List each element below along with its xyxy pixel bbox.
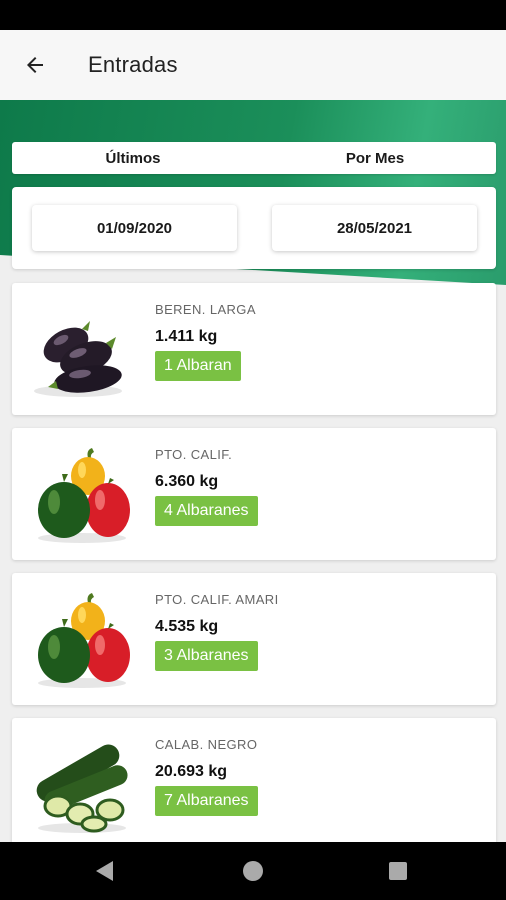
item-name: BEREN. LARGA bbox=[155, 302, 256, 317]
bell-peppers-image bbox=[38, 448, 130, 543]
nav-home-icon[interactable] bbox=[243, 861, 263, 881]
list-item[interactable]: BEREN. LARGA 1.411 kg 1 Albaran bbox=[12, 283, 496, 415]
albaran-count-badge: 1 Albaran bbox=[155, 351, 241, 381]
system-nav-bar bbox=[0, 842, 506, 900]
item-name: PTO. CALIF. bbox=[155, 447, 233, 462]
item-name: CALAB. NEGRO bbox=[155, 737, 258, 752]
albaran-count-badge: 7 Albaranes bbox=[155, 786, 258, 816]
list-item[interactable]: CALAB. NEGRO 20.693 kg 7 Albaranes bbox=[12, 718, 496, 850]
date-to-button[interactable]: 28/05/2021 bbox=[272, 205, 477, 251]
bell-peppers-image bbox=[38, 593, 130, 688]
app-bar: Entradas bbox=[0, 30, 506, 100]
back-button[interactable] bbox=[20, 50, 50, 80]
nav-back-icon[interactable] bbox=[96, 861, 113, 881]
albaran-count-badge: 4 Albaranes bbox=[155, 496, 258, 526]
list-item[interactable]: PTO. CALIF. AMARI 4.535 kg 3 Albaranes bbox=[12, 573, 496, 705]
date-range-panel: 01/09/2020 28/05/2021 bbox=[12, 187, 496, 269]
period-tabs: Últimos Por Mes bbox=[12, 142, 496, 174]
date-from-button[interactable]: 01/09/2020 bbox=[32, 205, 237, 251]
item-name: PTO. CALIF. AMARI bbox=[155, 592, 279, 607]
zucchini-image bbox=[36, 744, 128, 833]
eggplant-image bbox=[34, 321, 122, 397]
arrow-left-icon bbox=[27, 57, 43, 73]
status-bar bbox=[0, 0, 506, 30]
page-title: Entradas bbox=[88, 52, 178, 77]
item-weight: 1.411 kg bbox=[155, 328, 218, 345]
item-weight: 4.535 kg bbox=[155, 618, 219, 635]
list-item[interactable]: PTO. CALIF. 6.360 kg 4 Albaranes bbox=[12, 428, 496, 560]
item-weight: 6.360 kg bbox=[155, 473, 219, 490]
nav-recents-icon[interactable] bbox=[389, 862, 407, 880]
tab-ultimos[interactable]: Últimos bbox=[12, 142, 254, 174]
albaran-count-badge: 3 Albaranes bbox=[155, 641, 258, 671]
item-weight: 20.693 kg bbox=[155, 763, 228, 780]
tab-por-mes[interactable]: Por Mes bbox=[254, 142, 496, 174]
